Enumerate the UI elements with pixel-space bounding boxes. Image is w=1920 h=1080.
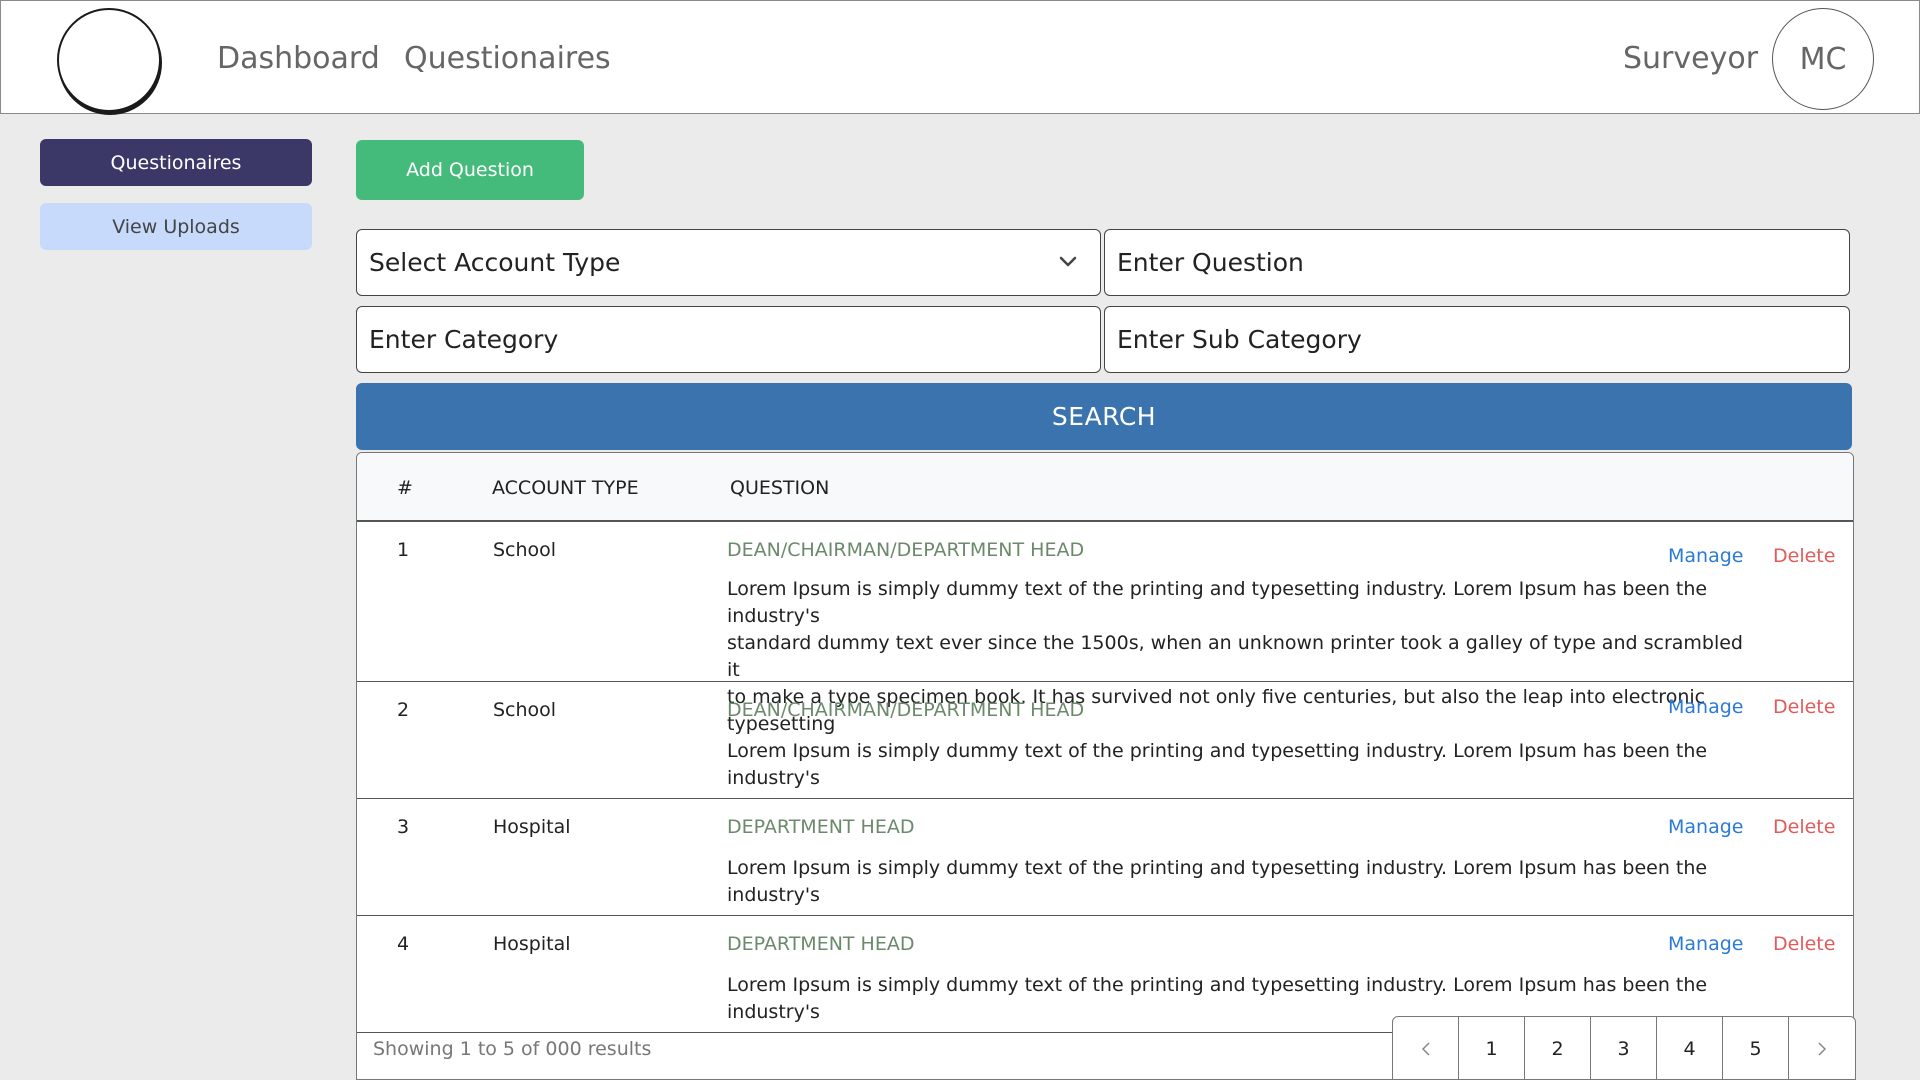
pagination: 1 2 3 4 5 (1392, 1016, 1856, 1080)
row-number: 2 (397, 699, 410, 721)
search-button[interactable]: SEARCH (356, 383, 1852, 450)
question-line: Lorem Ipsum is simply dummy text of the … (727, 740, 1708, 789)
table-row: 3 Hospital DEPARTMENT HEAD Manage Delete… (357, 799, 1853, 916)
subcategory-field-wrapper (1104, 306, 1850, 373)
sidebar-item-view-uploads[interactable]: View Uploads (40, 203, 312, 250)
sidebar-item-questionaires[interactable]: Questionaires (40, 139, 312, 186)
row-account-type: School (493, 539, 557, 561)
chevron-down-icon (1059, 256, 1077, 267)
nav-questionaires[interactable]: Questionaires (404, 41, 611, 76)
account-type-select[interactable]: Select Account Type (356, 229, 1101, 296)
chevron-left-icon (1421, 1042, 1430, 1056)
subcategory-input[interactable] (1117, 325, 1849, 354)
manage-link[interactable]: Manage (1668, 545, 1743, 567)
row-category: DEAN/CHAIRMAN/DEPARTMENT HEAD (727, 539, 1085, 561)
user-role: Surveyor (1623, 41, 1759, 76)
row-number: 3 (397, 816, 410, 838)
row-number: 4 (397, 933, 410, 955)
page-button-3[interactable]: 3 (1591, 1017, 1657, 1079)
manage-link[interactable]: Manage (1668, 696, 1743, 718)
row-number: 1 (397, 539, 410, 561)
row-question-text: Lorem Ipsum is simply dummy text of the … (727, 855, 1747, 909)
row-account-type: School (493, 699, 557, 721)
page-button-1[interactable]: 1 (1459, 1017, 1525, 1079)
question-input[interactable] (1117, 248, 1849, 277)
delete-link[interactable]: Delete (1773, 816, 1835, 838)
row-category: DEAN/CHAIRMAN/DEPARTMENT HEAD (727, 699, 1085, 721)
top-bar: Dashboard Questionaires Surveyor MC (0, 0, 1920, 114)
page-button-2[interactable]: 2 (1525, 1017, 1591, 1079)
question-line: standard dummy text ever since the 1500s… (727, 632, 1743, 681)
manage-link[interactable]: Manage (1668, 816, 1743, 838)
logo[interactable] (57, 8, 161, 112)
manage-link[interactable]: Manage (1668, 933, 1743, 955)
column-header-number: # (397, 477, 413, 499)
questions-table: # ACCOUNT TYPE QUESTION 1 School DEAN/CH… (356, 452, 1854, 1080)
column-header-account-type: ACCOUNT TYPE (492, 477, 639, 499)
page-button-5[interactable]: 5 (1723, 1017, 1789, 1079)
avatar[interactable]: MC (1772, 8, 1874, 110)
results-summary: Showing 1 to 5 of 000 results (373, 1038, 652, 1060)
question-line: Lorem Ipsum is simply dummy text of the … (727, 578, 1708, 627)
table-row: 1 School DEAN/CHAIRMAN/DEPARTMENT HEAD M… (357, 522, 1853, 735)
row-category: DEPARTMENT HEAD (727, 933, 915, 955)
row-account-type: Hospital (493, 933, 571, 955)
delete-link[interactable]: Delete (1773, 933, 1835, 955)
column-header-question: QUESTION (730, 477, 830, 499)
pagination-next-button[interactable] (1789, 1017, 1855, 1079)
table-header: # ACCOUNT TYPE QUESTION (357, 453, 1853, 522)
add-question-button[interactable]: Add Question (356, 140, 584, 200)
delete-link[interactable]: Delete (1773, 696, 1835, 718)
category-field-wrapper (356, 306, 1101, 373)
question-line: Lorem Ipsum is simply dummy text of the … (727, 857, 1708, 906)
nav-dashboard[interactable]: Dashboard (217, 41, 380, 76)
chevron-right-icon (1818, 1042, 1827, 1056)
delete-link[interactable]: Delete (1773, 545, 1835, 567)
question-field-wrapper (1104, 229, 1850, 296)
row-question-text: Lorem Ipsum is simply dummy text of the … (727, 738, 1747, 792)
category-input[interactable] (369, 325, 1100, 354)
account-type-select-label: Select Account Type (369, 248, 621, 277)
page: Dashboard Questionaires Surveyor MC Ques… (0, 0, 1920, 1080)
row-account-type: Hospital (493, 816, 571, 838)
row-category: DEPARTMENT HEAD (727, 816, 915, 838)
pagination-prev-button[interactable] (1393, 1017, 1459, 1079)
page-button-4[interactable]: 4 (1657, 1017, 1723, 1079)
table-row: 2 School DEAN/CHAIRMAN/DEPARTMENT HEAD M… (357, 682, 1853, 799)
